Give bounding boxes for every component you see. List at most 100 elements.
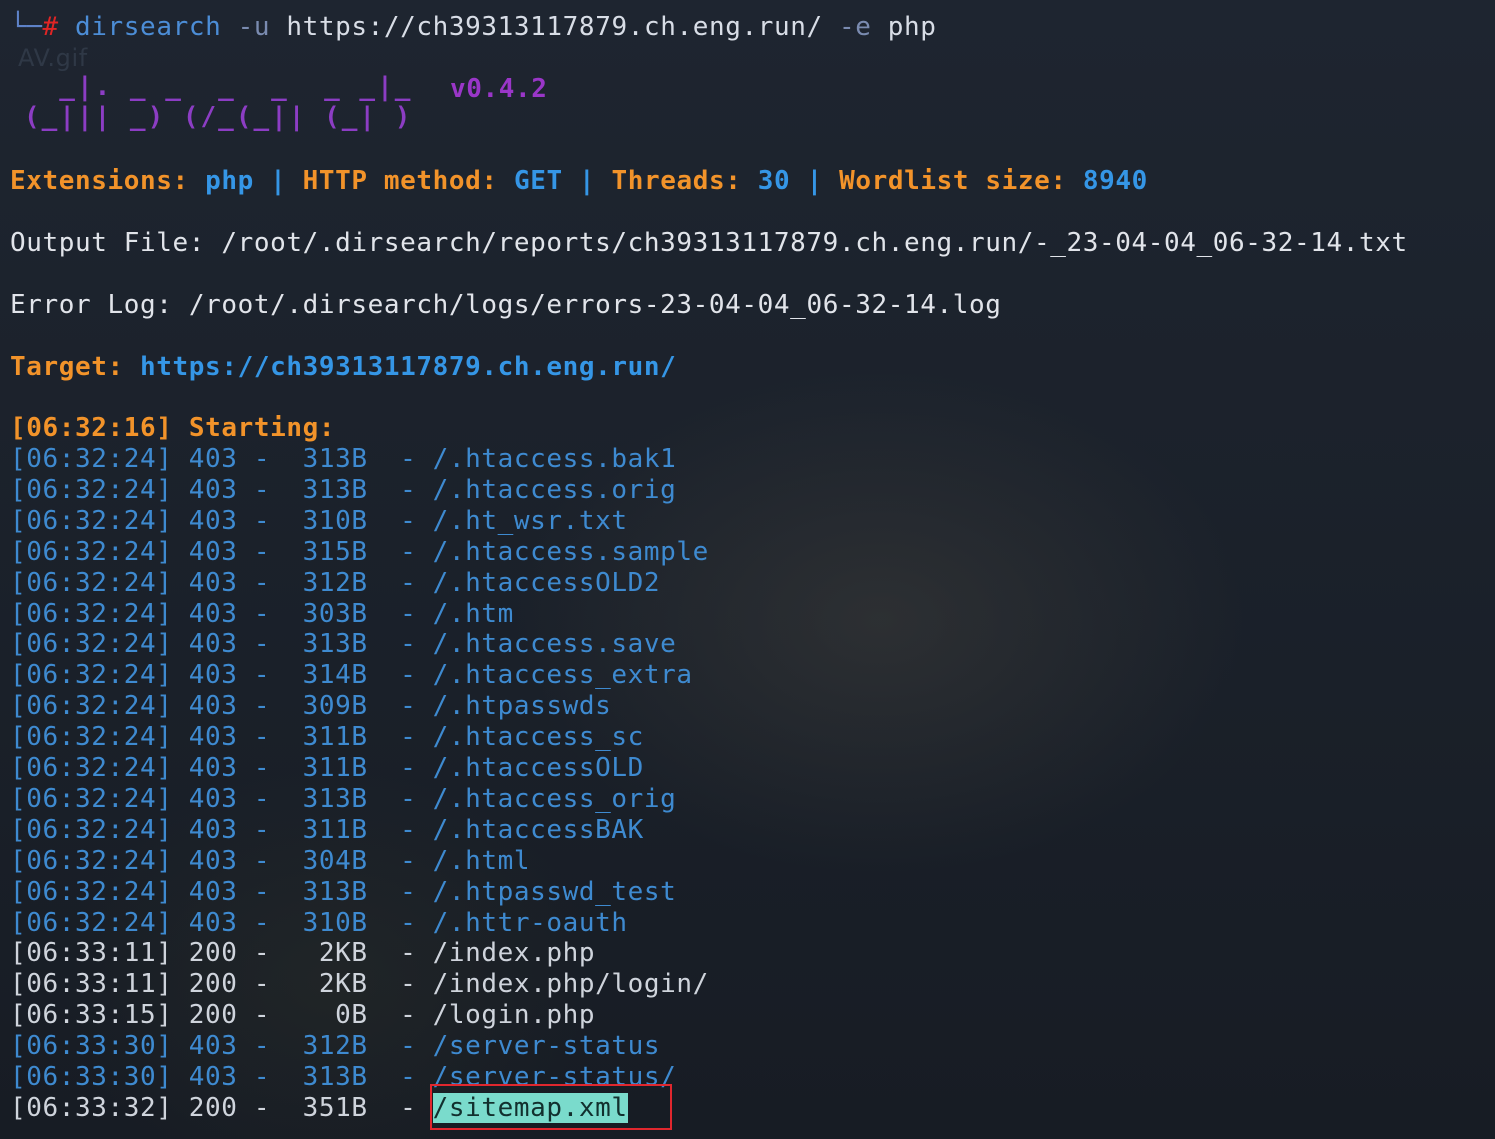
result-row: [06:32:24] 403 - 311B - /.htaccess_sc bbox=[10, 722, 644, 752]
result-size: 313B bbox=[286, 784, 368, 814]
result-time: [06:32:24] bbox=[10, 568, 173, 598]
result-time: [06:33:30] bbox=[10, 1062, 173, 1092]
result-time: [06:33:30] bbox=[10, 1031, 173, 1061]
result-path: /.htaccessOLD bbox=[432, 753, 644, 783]
command-line: └─# dirsearch -u https://ch39313117879.c… bbox=[10, 12, 937, 42]
result-time: [06:32:24] bbox=[10, 815, 173, 845]
command-flag-e: -e bbox=[839, 12, 872, 42]
result-row: [06:32:24] 403 - 309B - /.htpasswds bbox=[10, 691, 611, 721]
result-status: 200 - bbox=[172, 938, 287, 968]
method-label: HTTP method: bbox=[302, 166, 498, 196]
result-dash: - bbox=[367, 1093, 433, 1123]
result-size: 311B bbox=[286, 722, 368, 752]
result-time: [06:32:24] bbox=[10, 908, 173, 938]
result-path: /.httr-oauth bbox=[432, 908, 628, 938]
result-time: [06:32:24] bbox=[10, 784, 173, 814]
result-row: [06:32:24] 403 - 313B - /.htaccess.save bbox=[10, 629, 676, 659]
result-size: 315B bbox=[286, 537, 368, 567]
result-size: 2KB bbox=[286, 938, 368, 968]
start-time: [06:32:16] bbox=[10, 413, 173, 443]
result-time: [06:32:24] bbox=[10, 599, 173, 629]
result-path: /.htaccess.save bbox=[432, 629, 677, 659]
logo-line-1: _|. _ _ _ _ _ _|_ bbox=[24, 72, 413, 102]
result-status: 403 - bbox=[172, 537, 287, 567]
result-dash: - bbox=[367, 691, 433, 721]
command-ext: php bbox=[887, 12, 937, 42]
result-path: /login.php bbox=[432, 1000, 596, 1030]
result-status: 403 - bbox=[172, 1031, 287, 1061]
error-log-line: Error Log: /root/.dirsearch/logs/errors-… bbox=[10, 290, 1001, 320]
result-status: 403 - bbox=[172, 660, 287, 690]
start-label: Starting: bbox=[188, 413, 336, 443]
prompt-corner: └─ bbox=[10, 12, 43, 42]
result-path: /.htaccessBAK bbox=[432, 815, 644, 845]
highlight-box bbox=[430, 1084, 672, 1130]
result-status: 200 - bbox=[172, 1000, 287, 1030]
dirsearch-logo: _|. _ _ _ _ _ _|_ (_||| _) (/_(_|| (_| ) bbox=[24, 72, 412, 132]
result-time: [06:32:24] bbox=[10, 537, 173, 567]
extensions-label: Extensions: bbox=[10, 166, 189, 196]
result-dash: - bbox=[367, 938, 433, 968]
result-row: [06:32:24] 403 - 310B - /.ht_wsr.txt bbox=[10, 506, 628, 536]
command-flag-u: -u bbox=[237, 12, 271, 42]
result-status: 403 - bbox=[172, 753, 287, 783]
result-time: [06:33:11] bbox=[10, 938, 173, 968]
wordlist-value: 8940 bbox=[1082, 166, 1148, 196]
result-size: 312B bbox=[286, 1031, 368, 1061]
result-dash: - bbox=[367, 444, 433, 474]
result-path: /.htpasswd_test bbox=[432, 877, 677, 907]
version-label: v0.4.2 bbox=[450, 74, 548, 104]
error-log-label: Error Log: bbox=[10, 290, 173, 320]
result-row: [06:33:11] 200 - 2KB - /index.php/login/ bbox=[10, 969, 709, 999]
result-status: 403 - bbox=[172, 722, 287, 752]
result-size: 313B bbox=[286, 444, 368, 474]
result-status: 403 - bbox=[172, 629, 287, 659]
result-status: 403 - bbox=[172, 846, 287, 876]
result-path: /.htaccess_sc bbox=[432, 722, 644, 752]
result-time: [06:32:24] bbox=[10, 629, 173, 659]
result-row: [06:32:24] 403 - 311B - /.htaccessOLD bbox=[10, 753, 644, 783]
result-status: 403 - bbox=[172, 784, 287, 814]
separator: | bbox=[806, 166, 823, 196]
result-status: 403 - bbox=[172, 506, 287, 536]
logo-line-2: (_||| _) (/_(_|| (_| ) bbox=[24, 102, 413, 132]
result-row: [06:32:24] 403 - 314B - /.htaccess_extra bbox=[10, 660, 693, 690]
result-status: 403 - bbox=[172, 815, 287, 845]
result-time: [06:33:15] bbox=[10, 1000, 173, 1030]
result-row: [06:32:24] 403 - 313B - /.htpasswd_test bbox=[10, 877, 676, 907]
result-path: /.htaccess_orig bbox=[432, 784, 677, 814]
result-time: [06:32:24] bbox=[10, 475, 173, 505]
result-status: 403 - bbox=[172, 475, 287, 505]
result-size: 0B bbox=[286, 1000, 368, 1030]
result-time: [06:32:24] bbox=[10, 444, 173, 474]
result-dash: - bbox=[367, 660, 433, 690]
result-size: 313B bbox=[286, 877, 368, 907]
result-size: 309B bbox=[286, 691, 368, 721]
result-time: [06:32:24] bbox=[10, 506, 173, 536]
result-status: 200 - bbox=[172, 969, 287, 999]
result-row: [06:33:11] 200 - 2KB - /index.php bbox=[10, 938, 595, 968]
result-dash: - bbox=[367, 815, 433, 845]
result-path: /.htaccess.sample bbox=[432, 537, 709, 567]
threads-label: Threads: bbox=[611, 166, 742, 196]
result-dash: - bbox=[367, 753, 433, 783]
result-time: [06:32:24] bbox=[10, 722, 173, 752]
result-row: [06:32:24] 403 - 310B - /.httr-oauth bbox=[10, 908, 628, 938]
result-path: /.htaccess.orig bbox=[432, 475, 677, 505]
target-line: Target: https://ch39313117879.ch.eng.run… bbox=[10, 352, 676, 382]
result-path: /.htpasswds bbox=[432, 691, 612, 721]
desktop-watermark-label: AV.gif bbox=[18, 44, 88, 72]
result-dash: - bbox=[367, 629, 433, 659]
result-path: /.ht_wsr.txt bbox=[432, 506, 628, 536]
target-url: https://ch39313117879.ch.eng.run/ bbox=[140, 352, 677, 382]
result-dash: - bbox=[367, 784, 433, 814]
result-size: 2KB bbox=[286, 969, 368, 999]
result-row: [06:32:24] 403 - 313B - /.htaccess_orig bbox=[10, 784, 676, 814]
result-status: 403 - bbox=[172, 877, 287, 907]
result-size: 303B bbox=[286, 599, 368, 629]
result-size: 313B bbox=[286, 1062, 368, 1092]
result-size: 312B bbox=[286, 568, 368, 598]
result-size: 313B bbox=[286, 629, 368, 659]
result-dash: - bbox=[367, 506, 433, 536]
result-size: 351B bbox=[286, 1093, 368, 1123]
